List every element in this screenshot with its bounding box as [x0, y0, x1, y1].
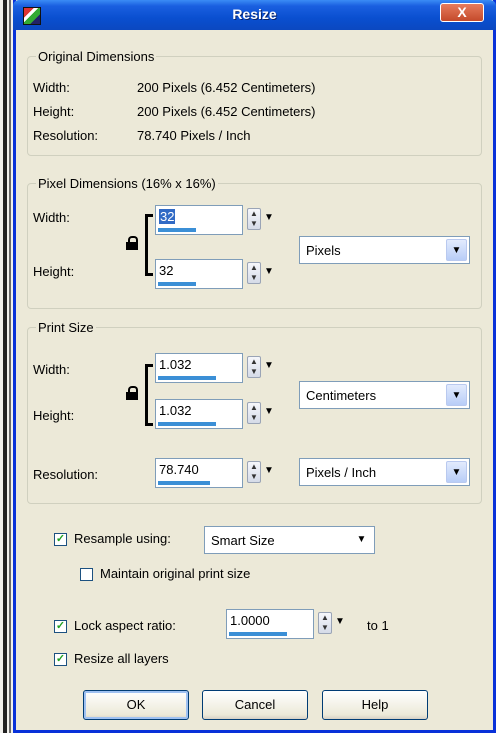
resample-method-select[interactable]: Smart Size ▼ [204, 526, 375, 554]
print-size-group: Print Size Width: Height: 1.032 ▲ ▼ ▼ 1.0… [27, 320, 482, 504]
print-height-input[interactable]: 1.032 [155, 399, 243, 429]
pixel-width-dropdown-arrow[interactable]: ▼ [264, 212, 274, 223]
maintain-print-size-checkbox[interactable] [80, 568, 93, 581]
pixel-width-label: Width: [33, 210, 70, 225]
print-resolution-dropdown-arrow[interactable]: ▼ [264, 465, 274, 476]
resize-all-layers-checkbox[interactable]: ✓ [54, 653, 67, 666]
chevron-down-icon[interactable]: ▼ [351, 529, 372, 551]
print-height-label: Height: [33, 408, 75, 423]
chevron-down-icon[interactable]: ▼ [446, 239, 467, 261]
print-height-dropdown-arrow[interactable]: ▼ [264, 406, 274, 417]
original-width-value: 200 Pixels (6.452 Centimeters) [137, 80, 316, 95]
original-resolution-label: Resolution: [33, 128, 99, 143]
pixel-height-input[interactable]: 32 [155, 259, 243, 289]
pixel-width-input[interactable]: 32 [155, 205, 243, 235]
aspect-ratio-dropdown-arrow[interactable]: ▼ [335, 616, 345, 627]
ok-button[interactable]: OK [83, 690, 189, 720]
pixel-width-spinner[interactable]: ▲ ▼ [247, 208, 261, 230]
lock-icon [126, 236, 138, 250]
help-button[interactable]: Help [322, 690, 428, 720]
title-bar[interactable]: Resize X [13, 0, 496, 30]
pixel-dimensions-legend: Pixel Dimensions (16% x 16%) [36, 176, 218, 191]
resize-dialog: Resize X Original Dimensions Width: 200 … [13, 0, 496, 733]
original-width-label: Width: [33, 80, 70, 95]
print-resolution-label: Resolution: [33, 467, 99, 482]
pixel-height-label: Height: [33, 264, 75, 279]
resample-checkbox[interactable]: ✓ [54, 533, 67, 546]
aspect-ratio-spinner[interactable]: ▲ ▼ [318, 612, 332, 634]
cancel-button[interactable]: Cancel [202, 690, 308, 720]
print-width-spinner[interactable]: ▲ ▼ [247, 356, 261, 378]
maintain-print-size-label[interactable]: Maintain original print size [100, 566, 250, 581]
resample-label[interactable]: Resample using: [74, 531, 171, 546]
print-width-dropdown-arrow[interactable]: ▼ [264, 360, 274, 371]
close-button[interactable]: X [440, 3, 484, 22]
original-height-label: Height: [33, 104, 75, 119]
dialog-title: Resize [232, 6, 277, 22]
print-resolution-spinner[interactable]: ▲ ▼ [247, 461, 261, 483]
link-bracket [145, 364, 153, 426]
to-one-label: to 1 [367, 618, 389, 633]
original-height-value: 200 Pixels (6.452 Centimeters) [137, 104, 316, 119]
original-dimensions-legend: Original Dimensions [36, 49, 157, 64]
chevron-down-icon[interactable]: ▼ [446, 384, 467, 406]
pixel-dimensions-group: Pixel Dimensions (16% x 16%) Width: Heig… [27, 176, 482, 309]
resolution-unit-select[interactable]: Pixels / Inch ▼ [299, 458, 470, 486]
pixel-height-spinner[interactable]: ▲ ▼ [247, 262, 261, 284]
print-resolution-input[interactable]: 78.740 [155, 458, 243, 488]
aspect-ratio-input[interactable]: 1.0000 [226, 609, 314, 639]
resize-all-layers-label[interactable]: Resize all layers [74, 651, 169, 666]
lock-aspect-label[interactable]: Lock aspect ratio: [74, 618, 176, 633]
original-resolution-value: 78.740 Pixels / Inch [137, 128, 251, 143]
print-width-input[interactable]: 1.032 [155, 353, 243, 383]
chevron-down-icon[interactable]: ▼ [446, 461, 467, 483]
print-unit-select[interactable]: Centimeters ▼ [299, 381, 470, 409]
lock-icon [126, 386, 138, 400]
background-window-edge [0, 0, 13, 733]
pixel-height-dropdown-arrow[interactable]: ▼ [264, 266, 274, 277]
link-bracket [145, 214, 153, 276]
original-dimensions-group: Original Dimensions Width: 200 Pixels (6… [27, 49, 482, 156]
pixel-unit-select[interactable]: Pixels ▼ [299, 236, 470, 264]
lock-aspect-checkbox[interactable]: ✓ [54, 620, 67, 633]
print-height-spinner[interactable]: ▲ ▼ [247, 402, 261, 424]
print-width-label: Width: [33, 362, 70, 377]
print-size-legend: Print Size [36, 320, 96, 335]
